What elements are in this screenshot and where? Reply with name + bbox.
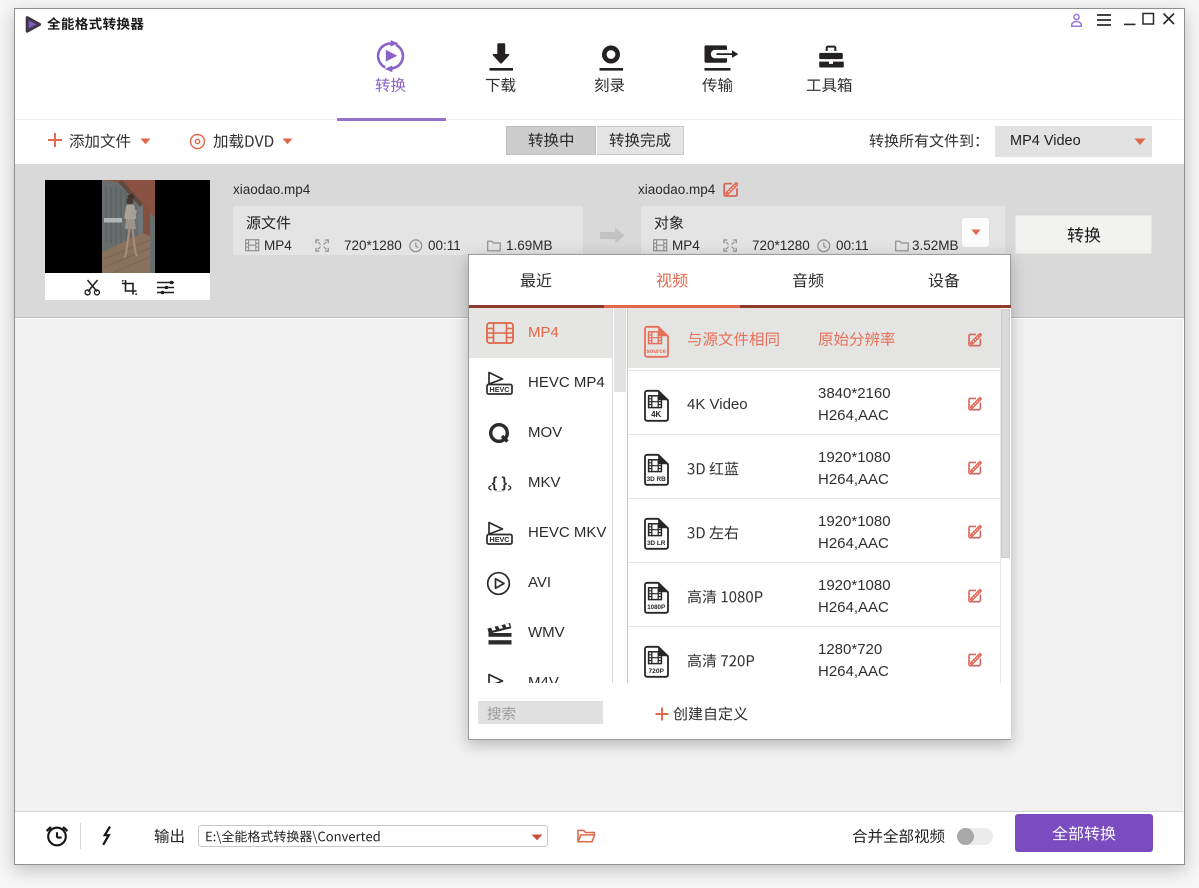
svg-text:}: } — [502, 476, 508, 492]
svg-text:4K: 4K — [651, 410, 661, 419]
svg-text:1080P: 1080P — [647, 604, 665, 611]
svg-text:{: { — [492, 476, 498, 492]
svg-text:HEVC: HEVC — [490, 385, 510, 394]
svg-text:HEVC: HEVC — [490, 535, 510, 544]
svg-text:3D LR: 3D LR — [647, 540, 666, 547]
svg-text:3D RB: 3D RB — [647, 476, 667, 483]
svg-text:720P: 720P — [648, 668, 664, 675]
